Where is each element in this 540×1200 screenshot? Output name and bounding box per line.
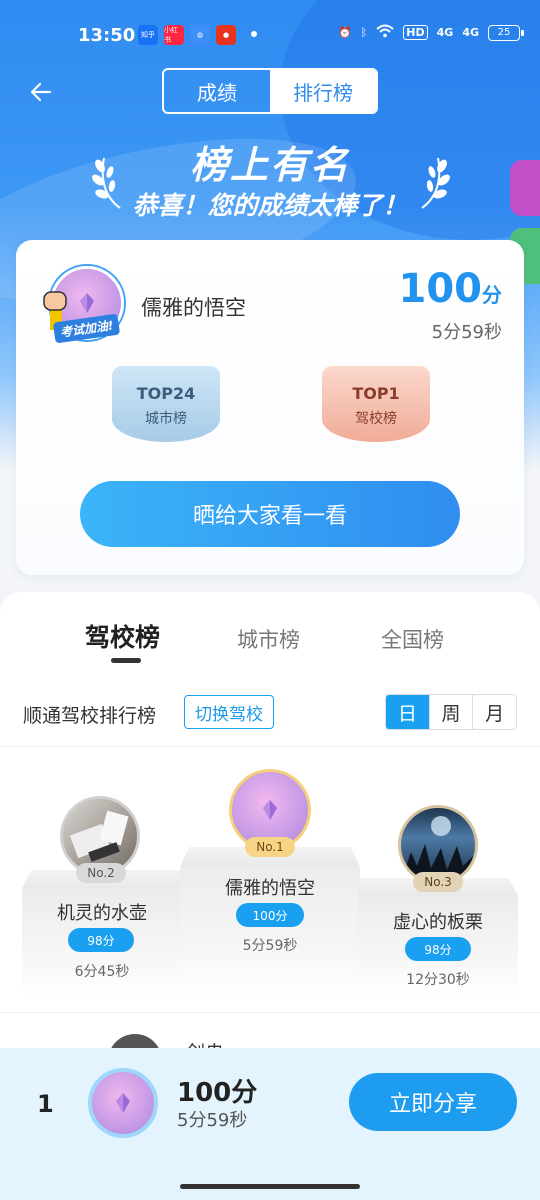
tab-indicator — [111, 658, 141, 663]
hd-icon: HD — [403, 25, 428, 40]
crystal-icon — [80, 293, 94, 313]
tab-national-ranking[interactable]: 全国榜 — [381, 624, 444, 654]
wifi-icon — [376, 24, 394, 41]
crystal-icon — [263, 800, 277, 820]
zhihu-app-icon: 知乎 — [138, 25, 158, 45]
period-week[interactable]: 周 — [428, 695, 473, 729]
home-indicator — [180, 1184, 360, 1189]
period-day[interactable]: 日 — [386, 695, 429, 729]
status-indicators: ⏰ ᛒ HD 4G 4G 25 — [337, 24, 524, 41]
period-selector: 日 周 月 — [385, 694, 517, 730]
ranking-title: 顺通驾校排行榜 — [23, 705, 157, 727]
alarm-icon: ⏰ — [337, 26, 352, 39]
podium-name-second: 机灵的水壶 — [57, 903, 147, 924]
status-time: 13:50 — [78, 25, 136, 46]
podium-score-first: 100分 — [236, 903, 304, 927]
rank-tag-first: No.1 — [245, 837, 295, 857]
podium-time-first: 5分59秒 — [242, 938, 298, 954]
banner-title: 榜上有名 — [189, 143, 350, 187]
tab-score[interactable]: 成绩 — [164, 70, 270, 112]
tab-school-ranking[interactable]: 驾校榜 — [85, 618, 160, 654]
share-now-button[interactable]: 立即分享 — [349, 1073, 517, 1131]
arrow-left-icon — [30, 82, 52, 102]
divider — [0, 746, 540, 747]
exam-duration: 5分59秒 — [431, 322, 502, 343]
podium-score-third: 98分 — [405, 937, 471, 961]
share-show-button[interactable]: 晒给大家看一看 — [80, 481, 460, 547]
signal-icon: 4G — [462, 26, 479, 39]
side-float-button[interactable] — [510, 160, 540, 216]
period-month[interactable]: 月 — [472, 695, 516, 729]
back-button[interactable] — [28, 78, 56, 106]
crystal-icon — [116, 1093, 130, 1113]
my-score: 100分 — [177, 1078, 258, 1108]
divider — [0, 1012, 540, 1013]
podium-name-third: 虚心的板栗 — [393, 912, 483, 933]
rank-tag-third: No.3 — [413, 872, 463, 892]
ranking-tabs: 驾校榜 城市榜 全国榜 — [0, 618, 540, 668]
status-bar: 13:50 知乎 小红书 ◍ ● ⏰ ᛒ HD 4G 4G 25 — [0, 0, 540, 72]
city-rank-badge: TOP24 城市榜 — [104, 366, 228, 450]
bluetooth-icon: ᛒ — [360, 26, 368, 39]
score-value: 100分 — [398, 266, 503, 312]
badge-rank: TOP24 — [136, 384, 196, 403]
username: 儒雅的悟空 — [141, 296, 246, 320]
battery-icon: 25 — [488, 24, 524, 41]
signal-icon: 4G — [436, 26, 454, 39]
switch-school-button[interactable]: 切换驾校 — [184, 695, 274, 729]
score-ranking-switch: 成绩 排行榜 — [162, 68, 378, 114]
app-icon: ● — [216, 25, 236, 45]
badge-label: 驾校榜 — [355, 411, 397, 427]
banner-subtitle: 恭喜！您的成绩太棒了！ — [132, 191, 408, 220]
podium-score-second: 98分 — [68, 928, 134, 952]
my-avatar — [88, 1068, 158, 1138]
rank-tag-second: No.2 — [76, 863, 126, 883]
status-app-icons: 知乎 小红书 ◍ ● — [138, 25, 236, 45]
tab-city-ranking[interactable]: 城市榜 — [237, 624, 300, 654]
my-rank-number: 1 — [37, 1090, 54, 1118]
my-time: 5分59秒 — [177, 1110, 248, 1131]
badge-label: 城市榜 — [145, 411, 187, 427]
tab-ranking[interactable]: 排行榜 — [270, 70, 376, 112]
badge-rank: TOP1 — [352, 384, 400, 403]
school-rank-badge: TOP1 驾校榜 — [314, 366, 438, 450]
xiaohongshu-app-icon: 小红书 — [164, 25, 184, 45]
notification-dot — [251, 31, 257, 37]
podium-name-first: 儒雅的悟空 — [225, 878, 315, 899]
app-icon: ◍ — [190, 25, 210, 45]
podium-time-third: 12分30秒 — [406, 972, 470, 988]
podium-time-second: 6分45秒 — [74, 964, 130, 980]
